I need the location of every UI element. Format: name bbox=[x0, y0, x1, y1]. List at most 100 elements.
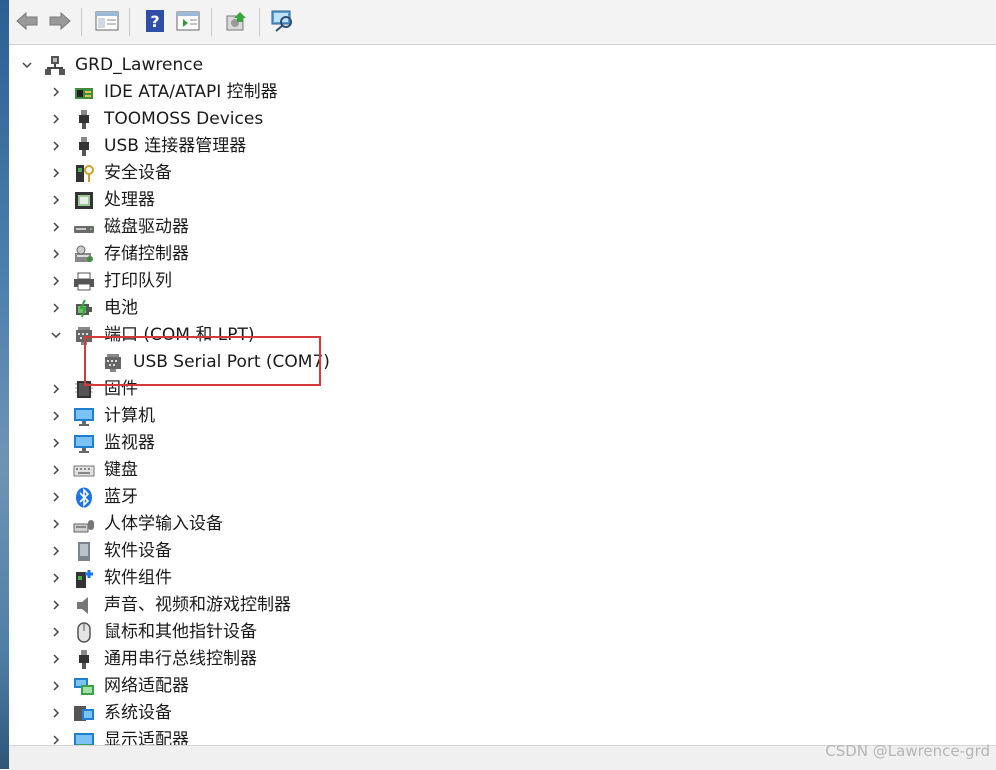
device-category[interactable]: 磁盘驱动器 bbox=[9, 214, 989, 241]
ide-controller-icon bbox=[73, 82, 95, 103]
device-category[interactable]: 声音、视频和游戏控制器 bbox=[9, 592, 989, 619]
tree-item-label: 磁盘驱动器 bbox=[104, 217, 189, 237]
device-category[interactable]: 通用串行总线控制器 bbox=[9, 646, 989, 673]
chevron-right-icon[interactable] bbox=[50, 518, 62, 530]
chevron-right-icon[interactable] bbox=[50, 680, 62, 692]
monitor-icon bbox=[73, 433, 95, 454]
device-item[interactable]: USB Serial Port (COM7) bbox=[9, 349, 989, 376]
device-category[interactable]: 端口 (COM 和 LPT) bbox=[9, 322, 989, 349]
update-driver-icon bbox=[226, 12, 246, 31]
tree-item-label: 人体学输入设备 bbox=[104, 514, 223, 534]
tree-item-label: 鼠标和其他指针设备 bbox=[104, 622, 257, 642]
chevron-right-icon[interactable] bbox=[50, 221, 62, 233]
update-driver-button[interactable] bbox=[223, 8, 249, 34]
chevron-right-icon[interactable] bbox=[50, 302, 62, 314]
tree-item-label: 存储控制器 bbox=[104, 244, 189, 264]
tree-item-label: 固件 bbox=[104, 379, 138, 399]
device-category[interactable]: 电池 bbox=[9, 295, 989, 322]
tree-item-label: IDE ATA/ATAPI 控制器 bbox=[104, 82, 278, 102]
software-device-icon bbox=[73, 541, 95, 562]
device-category[interactable]: 蓝牙 bbox=[9, 484, 989, 511]
usb-plug-icon bbox=[73, 109, 95, 130]
chevron-right-icon[interactable] bbox=[50, 599, 62, 611]
chevron-right-icon[interactable] bbox=[50, 167, 62, 179]
tree-item-label: 网络适配器 bbox=[104, 676, 189, 696]
device-category[interactable]: IDE ATA/ATAPI 控制器 bbox=[9, 79, 989, 106]
chevron-right-icon[interactable] bbox=[50, 464, 62, 476]
device-category[interactable]: 软件设备 bbox=[9, 538, 989, 565]
computer-network-icon bbox=[44, 55, 66, 76]
chevron-down-icon[interactable] bbox=[50, 329, 62, 341]
tree-item-label: 系统设备 bbox=[104, 703, 172, 723]
tree-item-label: 安全设备 bbox=[104, 163, 172, 183]
device-category[interactable]: 软件组件 bbox=[9, 565, 989, 592]
chevron-right-icon[interactable] bbox=[50, 437, 62, 449]
tree-item-label: 软件设备 bbox=[104, 541, 172, 561]
console-tree-icon bbox=[95, 11, 119, 31]
chevron-right-icon[interactable] bbox=[50, 86, 62, 98]
speaker-icon bbox=[73, 595, 95, 616]
tree-item-label: 软件组件 bbox=[104, 568, 172, 588]
device-category[interactable]: 计算机 bbox=[9, 403, 989, 430]
tree-item-label: USB Serial Port (COM7) bbox=[133, 352, 330, 372]
scan-hardware-button[interactable] bbox=[270, 8, 296, 34]
chevron-right-icon[interactable] bbox=[50, 734, 62, 745]
back-button[interactable] bbox=[14, 8, 40, 34]
usb-plug-icon bbox=[73, 136, 95, 157]
chevron-right-icon[interactable] bbox=[50, 194, 62, 206]
chevron-right-icon[interactable] bbox=[50, 275, 62, 287]
device-category[interactable]: 安全设备 bbox=[9, 160, 989, 187]
forward-button[interactable] bbox=[47, 8, 73, 34]
device-category[interactable]: 固件 bbox=[9, 376, 989, 403]
chevron-right-icon[interactable] bbox=[50, 626, 62, 638]
desktop-edge bbox=[0, 0, 9, 769]
chevron-right-icon[interactable] bbox=[50, 383, 62, 395]
disk-drive-icon bbox=[73, 217, 95, 238]
bluetooth-icon bbox=[73, 487, 95, 508]
chevron-right-icon[interactable] bbox=[50, 491, 62, 503]
tree-item-label: 显示适配器 bbox=[104, 730, 189, 745]
storage-controller-icon bbox=[73, 244, 95, 265]
back-arrow-icon bbox=[16, 11, 38, 31]
device-tree: GRD_Lawrence IDE ATA/ATAPI 控制器 TOOMOSS Dev… bbox=[9, 45, 996, 745]
chevron-right-icon[interactable] bbox=[50, 113, 62, 125]
tree-item-label: TOOMOSS Devices bbox=[104, 109, 264, 129]
help-icon: ? bbox=[146, 10, 164, 32]
device-category[interactable]: 打印队列 bbox=[9, 268, 989, 295]
device-category[interactable]: 人体学输入设备 bbox=[9, 511, 989, 538]
chevron-right-icon[interactable] bbox=[50, 653, 62, 665]
usb-plug-icon bbox=[73, 649, 95, 670]
chevron-right-icon[interactable] bbox=[50, 572, 62, 584]
device-category[interactable]: TOOMOSS Devices bbox=[9, 106, 989, 133]
device-category[interactable]: 存储控制器 bbox=[9, 241, 989, 268]
forward-arrow-icon bbox=[49, 11, 71, 31]
show-console-tree-button[interactable] bbox=[94, 8, 120, 34]
device-category[interactable]: 网络适配器 bbox=[9, 673, 989, 700]
chevron-right-icon[interactable] bbox=[50, 140, 62, 152]
device-category[interactable]: 系统设备 bbox=[9, 700, 989, 727]
help-button[interactable]: ? bbox=[142, 8, 168, 34]
device-category[interactable]: USB 连接器管理器 bbox=[9, 133, 989, 160]
network-adapter-icon bbox=[73, 676, 95, 697]
device-category[interactable]: 键盘 bbox=[9, 457, 989, 484]
device-category[interactable]: 监视器 bbox=[9, 430, 989, 457]
device-category[interactable]: 鼠标和其他指针设备 bbox=[9, 619, 989, 646]
chevron-down-icon[interactable] bbox=[21, 59, 33, 71]
printer-icon bbox=[73, 271, 95, 292]
toolbar-separator bbox=[129, 8, 130, 36]
action-pane-icon bbox=[176, 11, 200, 31]
firmware-icon bbox=[73, 379, 95, 400]
tree-root[interactable]: GRD_Lawrence bbox=[9, 52, 989, 79]
processor-icon bbox=[73, 190, 95, 211]
chevron-right-icon[interactable] bbox=[50, 545, 62, 557]
tree-item-label: 端口 (COM 和 LPT) bbox=[104, 325, 255, 345]
monitor-icon bbox=[73, 406, 95, 427]
action-pane-button[interactable] bbox=[175, 8, 201, 34]
chevron-right-icon[interactable] bbox=[50, 410, 62, 422]
chevron-right-icon[interactable] bbox=[50, 707, 62, 719]
toolbar-separator bbox=[211, 8, 212, 36]
chevron-right-icon[interactable] bbox=[50, 248, 62, 260]
watermark: CSDN @Lawrence-grd bbox=[825, 742, 990, 760]
svg-text:?: ? bbox=[150, 12, 159, 31]
device-category[interactable]: 处理器 bbox=[9, 187, 989, 214]
